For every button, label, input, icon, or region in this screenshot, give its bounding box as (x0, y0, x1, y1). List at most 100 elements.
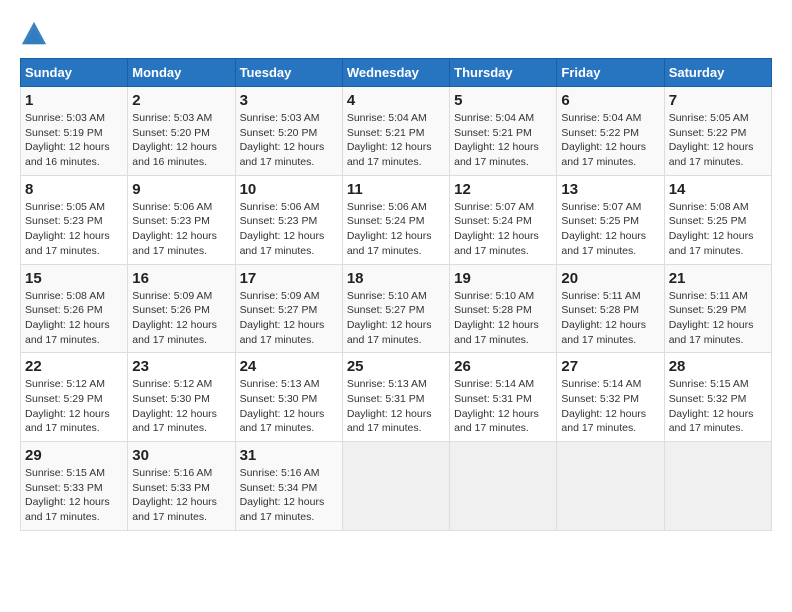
calendar-cell (342, 442, 449, 531)
day-number: 24 (240, 358, 338, 375)
day-number: 28 (669, 358, 767, 375)
calendar-cell: 22 Sunrise: 5:12 AMSunset: 5:29 PMDayligh… (21, 353, 128, 442)
weekday-header-sunday: Sunday (21, 59, 128, 87)
day-info: Sunrise: 5:06 AMSunset: 5:24 PMDaylight:… (347, 200, 445, 259)
day-number: 9 (132, 181, 230, 198)
calendar-cell: 13 Sunrise: 5:07 AMSunset: 5:25 PMDayligh… (557, 175, 664, 264)
calendar-cell: 25 Sunrise: 5:13 AMSunset: 5:31 PMDayligh… (342, 353, 449, 442)
calendar-cell: 23 Sunrise: 5:12 AMSunset: 5:30 PMDayligh… (128, 353, 235, 442)
calendar-cell: 6 Sunrise: 5:04 AMSunset: 5:22 PMDaylight… (557, 87, 664, 176)
day-info: Sunrise: 5:07 AMSunset: 5:25 PMDaylight:… (561, 200, 659, 259)
calendar-week-row: 22 Sunrise: 5:12 AMSunset: 5:29 PMDayligh… (21, 353, 772, 442)
day-info: Sunrise: 5:15 AMSunset: 5:33 PMDaylight:… (25, 466, 123, 525)
weekday-header-saturday: Saturday (664, 59, 771, 87)
calendar-cell: 27 Sunrise: 5:14 AMSunset: 5:32 PMDayligh… (557, 353, 664, 442)
weekday-header-wednesday: Wednesday (342, 59, 449, 87)
weekday-header-thursday: Thursday (450, 59, 557, 87)
day-number: 22 (25, 358, 123, 375)
day-number: 13 (561, 181, 659, 198)
day-info: Sunrise: 5:11 AMSunset: 5:29 PMDaylight:… (669, 289, 767, 348)
day-number: 30 (132, 447, 230, 464)
logo-icon (20, 20, 48, 48)
day-number: 17 (240, 270, 338, 287)
calendar-cell (450, 442, 557, 531)
day-number: 2 (132, 92, 230, 109)
day-number: 29 (25, 447, 123, 464)
day-info: Sunrise: 5:04 AMSunset: 5:21 PMDaylight:… (347, 111, 445, 170)
day-number: 19 (454, 270, 552, 287)
day-info: Sunrise: 5:08 AMSunset: 5:25 PMDaylight:… (669, 200, 767, 259)
day-number: 8 (25, 181, 123, 198)
day-number: 20 (561, 270, 659, 287)
calendar-cell: 2 Sunrise: 5:03 AMSunset: 5:20 PMDaylight… (128, 87, 235, 176)
day-info: Sunrise: 5:12 AMSunset: 5:30 PMDaylight:… (132, 377, 230, 436)
calendar-cell: 9 Sunrise: 5:06 AMSunset: 5:23 PMDaylight… (128, 175, 235, 264)
day-info: Sunrise: 5:03 AMSunset: 5:20 PMDaylight:… (132, 111, 230, 170)
day-number: 27 (561, 358, 659, 375)
day-info: Sunrise: 5:08 AMSunset: 5:26 PMDaylight:… (25, 289, 123, 348)
day-info: Sunrise: 5:06 AMSunset: 5:23 PMDaylight:… (240, 200, 338, 259)
logo (20, 20, 52, 48)
day-number: 5 (454, 92, 552, 109)
day-number: 15 (25, 270, 123, 287)
calendar-cell: 14 Sunrise: 5:08 AMSunset: 5:25 PMDayligh… (664, 175, 771, 264)
page-header (20, 20, 772, 48)
day-info: Sunrise: 5:03 AMSunset: 5:19 PMDaylight:… (25, 111, 123, 170)
day-number: 1 (25, 92, 123, 109)
calendar-cell: 10Sunrise: 5:06 AMSunset: 5:23 PMDayligh… (235, 175, 342, 264)
weekday-header-monday: Monday (128, 59, 235, 87)
calendar-cell: 26 Sunrise: 5:14 AMSunset: 5:31 PMDayligh… (450, 353, 557, 442)
day-number: 18 (347, 270, 445, 287)
day-info: Sunrise: 5:05 AMSunset: 5:22 PMDaylight:… (669, 111, 767, 170)
day-info: Sunrise: 5:06 AMSunset: 5:23 PMDaylight:… (132, 200, 230, 259)
calendar-cell: 29 Sunrise: 5:15 AMSunset: 5:33 PMDayligh… (21, 442, 128, 531)
calendar-cell: 15 Sunrise: 5:08 AMSunset: 5:26 PMDayligh… (21, 264, 128, 353)
day-info: Sunrise: 5:07 AMSunset: 5:24 PMDaylight:… (454, 200, 552, 259)
day-info: Sunrise: 5:09 AMSunset: 5:26 PMDaylight:… (132, 289, 230, 348)
day-number: 6 (561, 92, 659, 109)
calendar-cell (664, 442, 771, 531)
calendar-cell: 7 Sunrise: 5:05 AMSunset: 5:22 PMDaylight… (664, 87, 771, 176)
day-number: 4 (347, 92, 445, 109)
day-info: Sunrise: 5:16 AMSunset: 5:34 PMDaylight:… (240, 466, 338, 525)
day-number: 23 (132, 358, 230, 375)
day-info: Sunrise: 5:05 AMSunset: 5:23 PMDaylight:… (25, 200, 123, 259)
day-info: Sunrise: 5:03 AMSunset: 5:20 PMDaylight:… (240, 111, 338, 170)
calendar-cell: 17 Sunrise: 5:09 AMSunset: 5:27 PMDayligh… (235, 264, 342, 353)
calendar-cell: 3Sunrise: 5:03 AMSunset: 5:20 PMDaylight… (235, 87, 342, 176)
weekday-header-friday: Friday (557, 59, 664, 87)
day-number: 26 (454, 358, 552, 375)
day-info: Sunrise: 5:04 AMSunset: 5:22 PMDaylight:… (561, 111, 659, 170)
calendar-cell: 20 Sunrise: 5:11 AMSunset: 5:28 PMDayligh… (557, 264, 664, 353)
day-info: Sunrise: 5:15 AMSunset: 5:32 PMDaylight:… (669, 377, 767, 436)
day-number: 25 (347, 358, 445, 375)
calendar-cell: 24Sunrise: 5:13 AMSunset: 5:30 PMDayligh… (235, 353, 342, 442)
day-info: Sunrise: 5:09 AMSunset: 5:27 PMDaylight:… (240, 289, 338, 348)
weekday-header-tuesday: Tuesday (235, 59, 342, 87)
day-number: 31 (240, 447, 338, 464)
day-number: 12 (454, 181, 552, 198)
calendar-header: SundayMondayTuesdayWednesdayThursdayFrid… (21, 59, 772, 87)
day-info: Sunrise: 5:11 AMSunset: 5:28 PMDaylight:… (561, 289, 659, 348)
calendar-cell: 30 Sunrise: 5:16 AMSunset: 5:33 PMDayligh… (128, 442, 235, 531)
calendar-cell: 12 Sunrise: 5:07 AMSunset: 5:24 PMDayligh… (450, 175, 557, 264)
day-number: 14 (669, 181, 767, 198)
day-info: Sunrise: 5:14 AMSunset: 5:31 PMDaylight:… (454, 377, 552, 436)
day-number: 21 (669, 270, 767, 287)
calendar-cell: 16Sunrise: 5:09 AMSunset: 5:26 PMDayligh… (128, 264, 235, 353)
calendar-cell: 21 Sunrise: 5:11 AMSunset: 5:29 PMDayligh… (664, 264, 771, 353)
calendar-week-row: 1 Sunrise: 5:03 AMSunset: 5:19 PMDaylight… (21, 87, 772, 176)
calendar-cell (557, 442, 664, 531)
calendar-cell: 5 Sunrise: 5:04 AMSunset: 5:21 PMDaylight… (450, 87, 557, 176)
day-info: Sunrise: 5:04 AMSunset: 5:21 PMDaylight:… (454, 111, 552, 170)
calendar-cell: 18Sunrise: 5:10 AMSunset: 5:27 PMDayligh… (342, 264, 449, 353)
day-info: Sunrise: 5:10 AMSunset: 5:28 PMDaylight:… (454, 289, 552, 348)
day-number: 7 (669, 92, 767, 109)
day-info: Sunrise: 5:16 AMSunset: 5:33 PMDaylight:… (132, 466, 230, 525)
calendar-cell: 1 Sunrise: 5:03 AMSunset: 5:19 PMDaylight… (21, 87, 128, 176)
day-number: 11 (347, 181, 445, 198)
day-info: Sunrise: 5:12 AMSunset: 5:29 PMDaylight:… (25, 377, 123, 436)
day-info: Sunrise: 5:14 AMSunset: 5:32 PMDaylight:… (561, 377, 659, 436)
calendar-week-row: 29 Sunrise: 5:15 AMSunset: 5:33 PMDayligh… (21, 442, 772, 531)
day-info: Sunrise: 5:13 AMSunset: 5:31 PMDaylight:… (347, 377, 445, 436)
